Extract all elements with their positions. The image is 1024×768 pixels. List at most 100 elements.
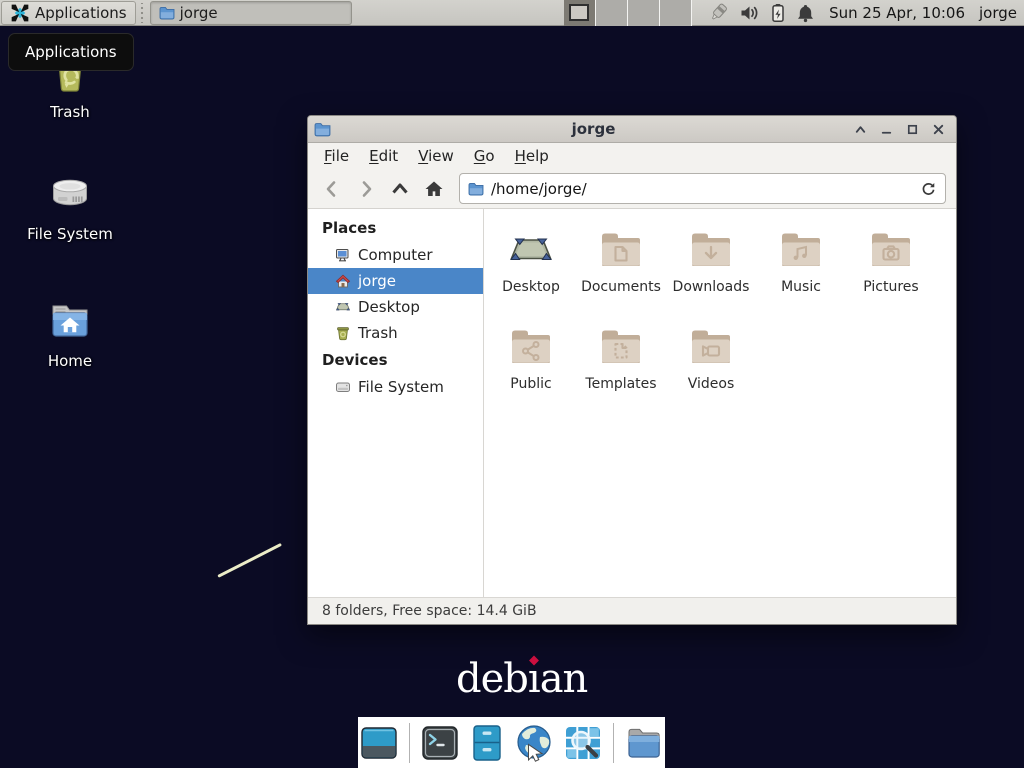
file-manager-icon[interactable]: [467, 723, 507, 763]
panel-clock[interactable]: Sun 25 Apr, 10:06: [829, 4, 965, 22]
dock-separator: [409, 723, 410, 763]
desktop-icon-label: File System: [10, 225, 130, 243]
home-icon: [423, 178, 445, 200]
battery-tray-icon[interactable]: [769, 3, 787, 23]
desktop-icon-label: Trash: [10, 103, 130, 121]
home-folder-icon: [46, 297, 94, 345]
desktop-icon-home[interactable]: Home: [10, 297, 130, 370]
back-button[interactable]: [316, 174, 347, 204]
folder-label: Videos: [688, 376, 735, 392]
taskbar-window-button[interactable]: jorge: [150, 1, 352, 25]
desktop-icon-filesystem[interactable]: File System: [10, 170, 130, 243]
menubar: File Edit View Go Help: [308, 143, 956, 169]
applications-tooltip: Applications: [8, 33, 134, 71]
workspace-1[interactable]: [564, 0, 596, 26]
terminal-icon[interactable]: [420, 723, 460, 763]
folder-label: Desktop: [502, 279, 560, 295]
user-home-icon: [335, 273, 351, 289]
folder-videos[interactable]: Videos: [666, 323, 756, 420]
chevron-left-icon: [321, 178, 343, 200]
panel-separator-handle[interactable]: [138, 3, 147, 23]
folder-documents[interactable]: Documents: [576, 226, 666, 323]
workspace-pager: [564, 0, 692, 26]
sidebar-header-places: Places: [308, 214, 483, 242]
minimize-button[interactable]: [876, 120, 896, 138]
bell-tray-icon[interactable]: [796, 3, 815, 23]
folder-label: Music: [781, 279, 821, 295]
applications-menu-label: Applications: [35, 4, 127, 22]
application-finder-icon[interactable]: [563, 723, 603, 763]
titlebar-folder-icon: [314, 121, 331, 138]
window-folder-icon: [159, 5, 175, 21]
downloads-folder-icon: [687, 226, 735, 274]
folder-label: Public: [510, 376, 551, 392]
close-button[interactable]: [928, 120, 948, 138]
reload-icon[interactable]: [920, 180, 937, 197]
folder-label: Pictures: [863, 279, 918, 295]
menu-file[interactable]: File: [314, 144, 359, 168]
folder-pictures[interactable]: Pictures: [846, 226, 936, 323]
folder-public[interactable]: Public: [486, 323, 576, 420]
titlebar[interactable]: jorge: [308, 116, 956, 143]
forward-button[interactable]: [350, 174, 381, 204]
dock-separator: [613, 723, 614, 763]
workspace-4[interactable]: [660, 0, 692, 26]
sidebar-item-jorge[interactable]: jorge: [308, 268, 483, 294]
panel-username[interactable]: jorge: [979, 4, 1017, 22]
sidebar-item-computer[interactable]: Computer: [308, 242, 483, 268]
path-bar[interactable]: [459, 173, 946, 204]
desktop-folder-icon: [507, 226, 555, 274]
status-text: 8 folders, Free space: 14.4 GiB: [322, 603, 537, 619]
directory-menu-icon[interactable]: [624, 723, 664, 763]
debian-logo-text: an: [540, 656, 588, 702]
workspace-3[interactable]: [628, 0, 660, 26]
desktop-artifact-line: [217, 543, 282, 578]
menu-view[interactable]: View: [408, 144, 464, 168]
sidebar: Places Computer jorge Deskt: [308, 209, 484, 597]
applications-menu-icon: [10, 3, 30, 23]
sidebar-item-label: Trash: [358, 324, 398, 342]
statusbar: 8 folders, Free space: 14.4 GiB: [308, 597, 956, 624]
folder-desktop[interactable]: Desktop: [486, 226, 576, 323]
videos-folder-icon: [687, 323, 735, 371]
up-button[interactable]: [384, 174, 415, 204]
menu-help[interactable]: Help: [505, 144, 559, 168]
taskbar-window-label: jorge: [180, 4, 218, 22]
sidebar-item-label: File System: [358, 378, 444, 396]
desktop-icon-label: Home: [10, 352, 130, 370]
stylus-tray-icon[interactable]: [706, 2, 730, 24]
folder-downloads[interactable]: Downloads: [666, 226, 756, 323]
sidebar-item-label: Computer: [358, 246, 433, 264]
volume-tray-icon[interactable]: [739, 3, 760, 23]
top-panel: Applications jorge: [0, 0, 1024, 26]
sidebar-item-trash[interactable]: Trash: [308, 320, 483, 346]
menu-go[interactable]: Go: [464, 144, 505, 168]
sidebar-item-desktop[interactable]: Desktop: [308, 294, 483, 320]
templates-folder-icon: [597, 323, 645, 371]
debian-logo: debıan: [456, 656, 587, 702]
harddrive-icon: [46, 170, 94, 218]
web-browser-icon[interactable]: [514, 723, 556, 763]
maximize-button[interactable]: [902, 120, 922, 138]
chevron-right-icon: [355, 178, 377, 200]
show-desktop-icon[interactable]: [359, 723, 399, 763]
sidebar-item-filesystem[interactable]: File System: [308, 374, 483, 400]
home-button[interactable]: [418, 174, 449, 204]
menu-edit[interactable]: Edit: [359, 144, 408, 168]
file-manager-window: jorge File Edit View Go Help: [307, 115, 957, 625]
toolbar: [308, 169, 956, 209]
debian-logo-text: deb: [456, 656, 528, 702]
folder-label: Downloads: [673, 279, 750, 295]
path-folder-icon: [468, 181, 484, 197]
workspace-2[interactable]: [596, 0, 628, 26]
desktop-icon: [335, 299, 351, 315]
pictures-folder-icon: [867, 226, 915, 274]
folder-music[interactable]: Music: [756, 226, 846, 323]
applications-menu-button[interactable]: Applications: [1, 1, 136, 25]
path-input[interactable]: [491, 180, 920, 198]
trash-small-icon: [335, 325, 351, 341]
sidebar-item-label: jorge: [358, 272, 396, 290]
drive-small-icon: [335, 379, 351, 395]
folder-templates[interactable]: Templates: [576, 323, 666, 420]
shade-button[interactable]: [850, 120, 870, 138]
